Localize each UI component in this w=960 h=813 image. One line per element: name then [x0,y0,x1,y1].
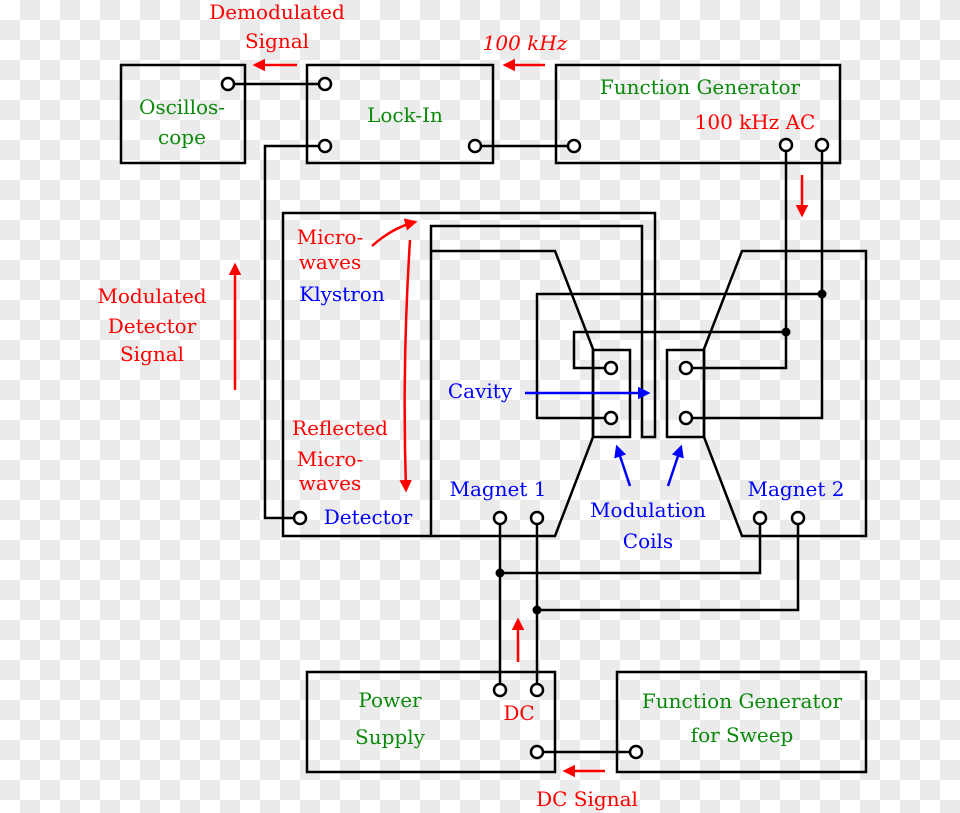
sweep-generator-box [615,670,868,774]
reflected-label-2: Micro- [297,447,363,471]
modulated-label-3: Signal [120,342,184,366]
microwaves-arrow [371,218,418,247]
microwaves-label-1: Micro- [297,225,363,249]
modulated-label-1: Modulated [97,284,206,308]
lock-in-label: Lock-In [367,103,443,127]
microwaves-label-2: waves [299,250,361,274]
modulation-coils-label-2: Coils [623,529,673,553]
reflected-label-3: waves [299,471,361,495]
modulated-label-2: Detector [108,314,197,338]
microwave-setup-diagram: Demodulated Signal 100 kHz Function Gene… [97,0,868,811]
coil-1-arrow [614,444,632,487]
coil-2-arrow [666,444,684,487]
cavity-label: Cavity [448,379,513,403]
sweep-generator-label-2: for Sweep [691,723,794,747]
dc-signal-label: DC Signal [536,787,638,811]
magnet-2-label: Magnet 2 [747,477,844,501]
dc-label: DC [503,701,534,725]
demodulated-label-1: Demodulated [209,0,345,24]
freq-label: 100 kHz [483,31,568,55]
oscilloscope-label-1: Oscillos- [139,95,225,119]
function-generator-label: Function Generator [600,75,801,99]
detector-label: Detector [324,505,413,529]
reflected-arrow [399,239,412,493]
klystron-label: Klystron [299,282,385,306]
sweep-generator-label-1: Function Generator [642,689,843,713]
magnet-1-label: Magnet 1 [449,477,546,501]
power-supply-label-2: Supply [355,725,426,749]
fg-output-label: 100 kHz AC [695,110,816,134]
demodulated-label-2: Signal [245,29,309,53]
reflected-label-1: Reflected [292,416,388,440]
junction-dots [495,289,827,615]
modulation-coils-label-1: Modulation [590,498,706,522]
power-supply-label-1: Power [358,688,422,712]
oscilloscope-label-2: cope [158,125,206,149]
